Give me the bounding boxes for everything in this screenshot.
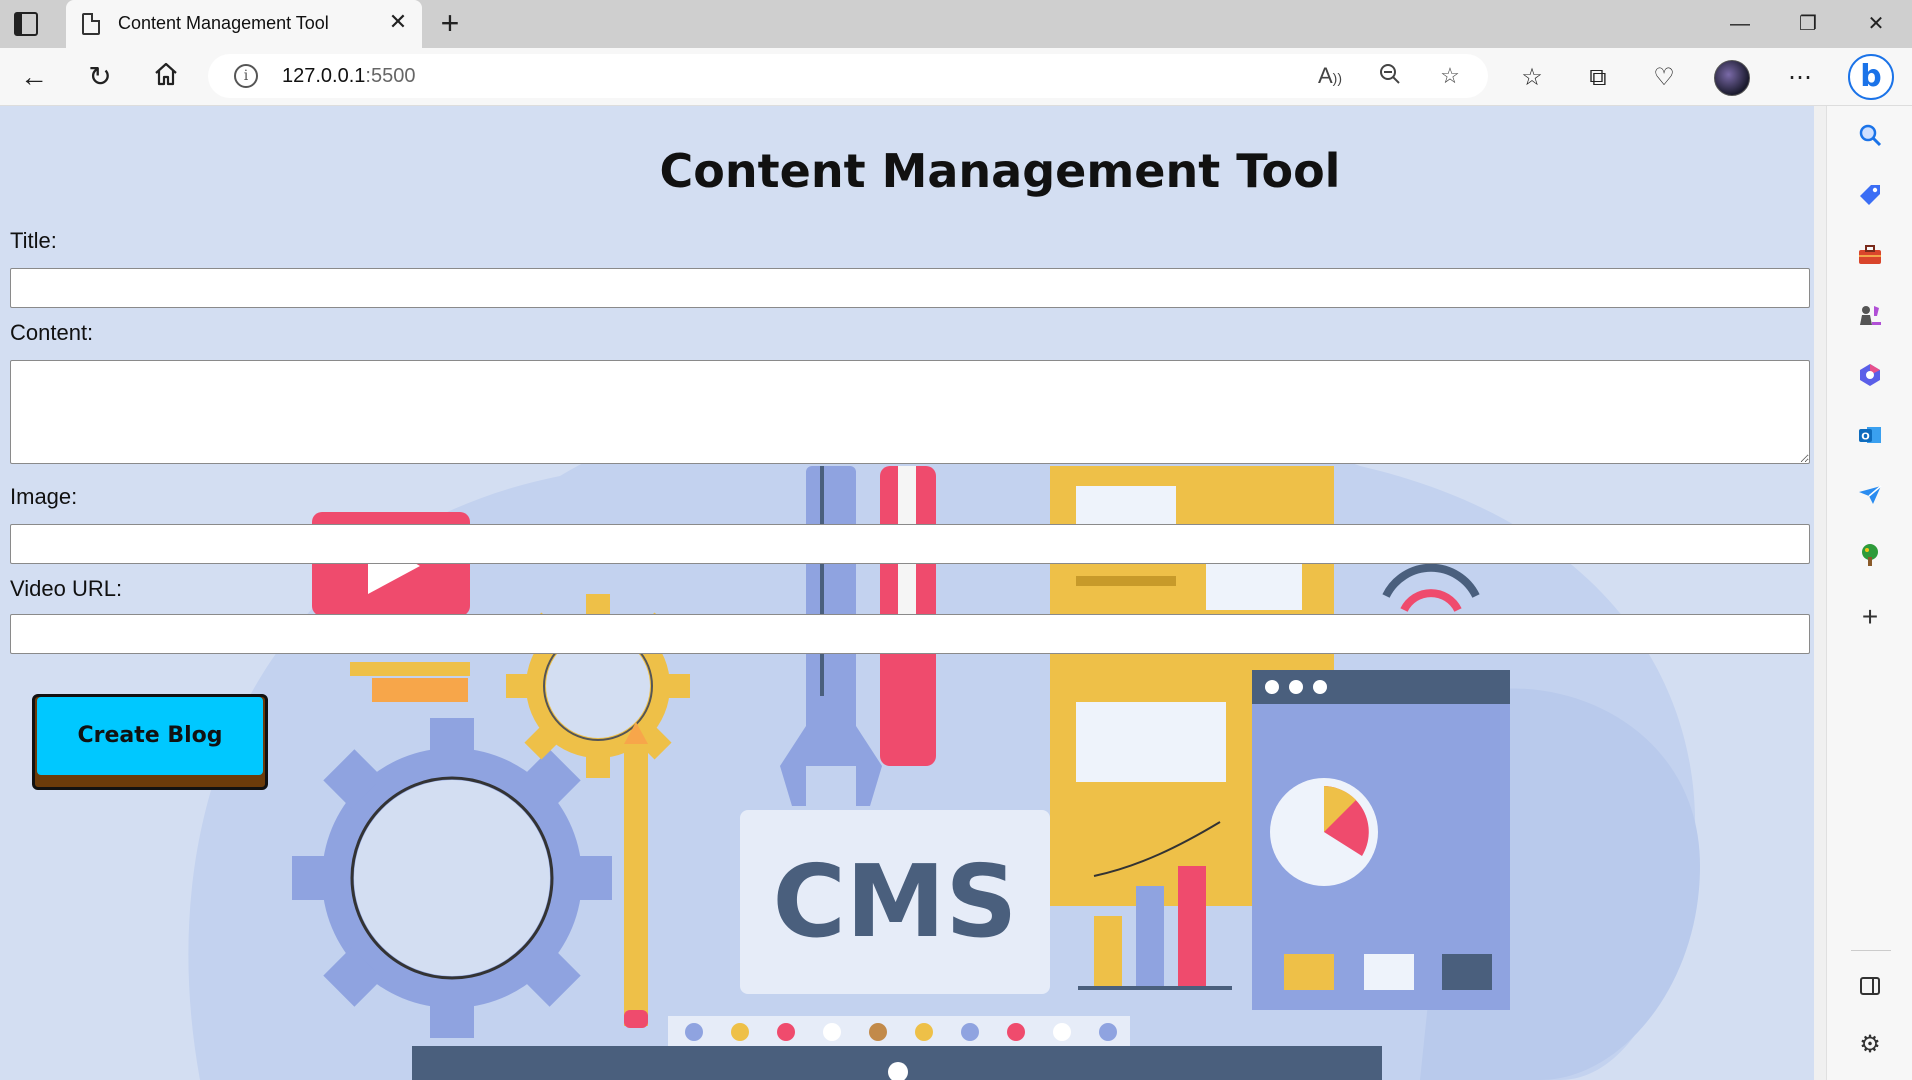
new-tab-button[interactable]: + (434, 7, 466, 40)
browser-toolbar: ← ↻ i 127.0.0.1:5500 A)) ☆ ☆ ⧉ ♡ ⋯ b (0, 48, 1912, 106)
settings-gear-icon[interactable]: ⚙ (1855, 1030, 1885, 1060)
tools-briefcase-icon[interactable] (1855, 242, 1885, 272)
home-icon[interactable] (148, 60, 184, 96)
address-bar[interactable]: i 127.0.0.1:5500 A)) ☆ (208, 54, 1488, 98)
site-info-icon[interactable]: i (234, 64, 258, 88)
content-label: Content: (10, 320, 94, 345)
tab-title: Content Management Tool (118, 13, 329, 33)
browser-tab[interactable]: Content Management Tool ✕ (66, 0, 422, 48)
bing-copilot-icon[interactable]: b (1848, 54, 1894, 100)
tree-icon[interactable] (1855, 542, 1885, 572)
sidebar-divider (1851, 950, 1891, 951)
favorites-icon[interactable]: ☆ (1516, 62, 1548, 94)
refresh-icon[interactable]: ↻ (82, 60, 118, 96)
more-options-icon[interactable]: ⋯ (1784, 62, 1816, 94)
browser-titlebar: Content Management Tool ✕ + — ❐ ✕ (0, 0, 1912, 48)
content-textarea[interactable] (10, 360, 1810, 464)
search-icon[interactable] (1855, 122, 1885, 152)
minimize-button[interactable]: — (1720, 10, 1760, 38)
outlook-icon[interactable]: O (1855, 422, 1885, 452)
svg-text:O: O (1861, 432, 1870, 443)
restore-button[interactable]: ❐ (1788, 10, 1828, 38)
video-url-input[interactable] (10, 614, 1810, 654)
title-input[interactable] (10, 268, 1810, 308)
page-scrollbar[interactable] (1814, 106, 1826, 1080)
back-arrow-icon[interactable]: ← (16, 60, 52, 96)
url-host: 127.0.0.1 (282, 65, 366, 87)
create-blog-label: Create Blog (37, 697, 263, 775)
page-title: Content Management Tool (659, 144, 1341, 198)
video-url-label: Video URL: (10, 576, 123, 601)
games-chess-icon[interactable] (1855, 302, 1885, 332)
add-sidebar-app-icon[interactable]: + (1855, 602, 1885, 632)
page-content: CMS Content Management Tool Title: Conte… (0, 106, 1814, 1080)
zoom-out-icon[interactable] (1376, 62, 1404, 90)
browser-essentials-icon[interactable]: ♡ (1648, 62, 1680, 94)
microsoft-365-icon[interactable] (1855, 362, 1885, 392)
cms-text: CMS (773, 843, 1018, 960)
title-label: Title: (10, 228, 57, 253)
tab-actions-icon[interactable] (14, 12, 38, 36)
url-port: :5500 (365, 65, 416, 87)
image-label: Image: (10, 484, 78, 509)
favorite-star-icon[interactable]: ☆ (1436, 62, 1464, 90)
collections-icon[interactable]: ⧉ (1582, 62, 1614, 94)
tab-close-icon[interactable]: ✕ (386, 10, 410, 34)
hide-sidebar-icon[interactable] (1855, 974, 1885, 1004)
close-window-button[interactable]: ✕ (1856, 10, 1896, 38)
read-aloud-icon[interactable]: A)) (1316, 62, 1344, 90)
create-blog-button[interactable]: Create Blog (32, 694, 268, 790)
image-input[interactable] (10, 524, 1810, 564)
edge-sidebar: O + ⚙ (1826, 106, 1912, 1080)
send-plane-icon[interactable] (1855, 482, 1885, 512)
url-text[interactable]: 127.0.0.1:5500 (282, 65, 415, 88)
cms-illustration: CMS (188, 388, 1700, 1080)
page-icon (82, 13, 100, 35)
profile-avatar[interactable] (1714, 60, 1750, 96)
shopping-tag-icon[interactable] (1855, 182, 1885, 212)
